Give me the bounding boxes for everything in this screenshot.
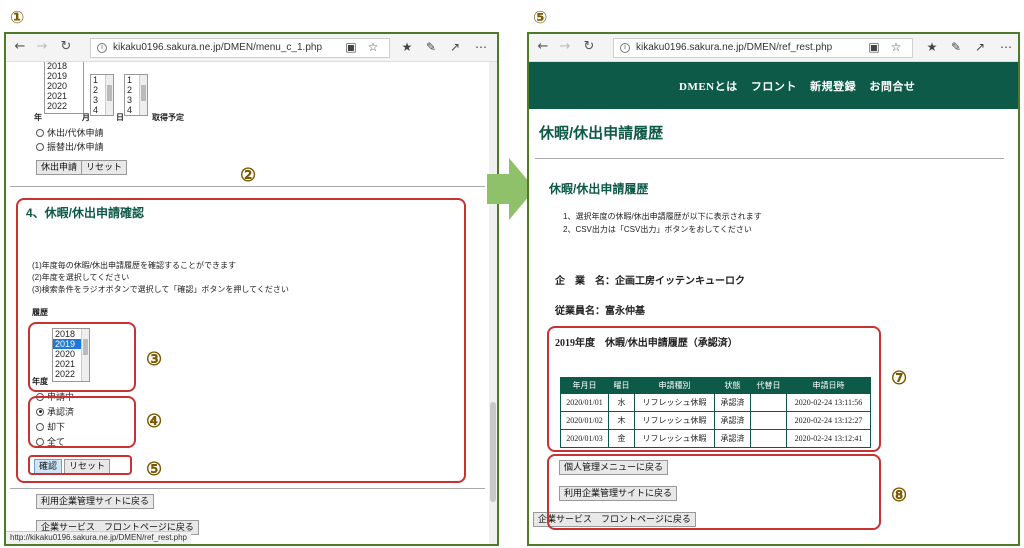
divider xyxy=(10,186,485,187)
reading-view-icon[interactable]: ▣ xyxy=(344,40,358,54)
favorites-list-icon[interactable]: ★ xyxy=(925,40,939,54)
plan-label: 取得予定 xyxy=(152,113,184,122)
radio-label: 振替出/休申請 xyxy=(47,142,104,152)
back-arrow-icon[interactable]: ← xyxy=(535,39,551,55)
section-title: 休暇/休出申請履歴 xyxy=(549,182,649,196)
nav-contact-link[interactable]: お問合せ xyxy=(869,81,915,93)
address-text: kikaku0196.sakura.ne.jp/DMEN/menu_c_1.ph… xyxy=(113,42,323,53)
annotation-box-bottom-buttons xyxy=(547,454,881,530)
pen-icon[interactable]: ✎ xyxy=(949,40,963,54)
annotation-1: ① xyxy=(10,8,25,28)
divider xyxy=(535,158,1004,159)
listbox-option[interactable]: 2019 xyxy=(45,71,83,81)
right-page-content: DMENとは フロント 新規登録 お問合せ 休暇/休出申請履歴 休暇/休出申請履… xyxy=(529,62,1018,544)
right-browser-window: ← → ↻ i kikaku0196.sakura.ne.jp/DMEN/ref… xyxy=(527,32,1020,546)
refresh-icon[interactable]: ↻ xyxy=(58,39,74,55)
annotation-2: ② xyxy=(240,165,257,185)
share-icon[interactable]: ↗ xyxy=(973,40,987,54)
annotation-box-year-list xyxy=(28,322,136,392)
forward-arrow-icon[interactable]: → xyxy=(557,39,573,55)
favorites-list-icon[interactable]: ★ xyxy=(400,40,414,54)
annotation-box-buttons xyxy=(28,455,132,475)
annotation-5-top: ⑤ xyxy=(533,8,548,28)
page-title: 休暇/休出申請履歴 xyxy=(539,125,664,142)
annotation-box-table xyxy=(547,326,881,452)
browser-toolbar: ← → ↻ i kikaku0196.sakura.ne.jp/DMEN/men… xyxy=(6,34,497,62)
info-icon: i xyxy=(97,43,107,53)
submit-holiday-button[interactable]: 休出申請 xyxy=(36,160,83,175)
share-icon[interactable]: ↗ xyxy=(448,40,462,54)
forward-arrow-icon[interactable]: → xyxy=(34,39,50,55)
annotation-5: ⑤ xyxy=(146,459,163,479)
pen-icon[interactable]: ✎ xyxy=(424,40,438,54)
site-header: DMENとは フロント 新規登録 お問合せ xyxy=(529,62,1018,109)
status-bar-url: http://kikaku0196.sakura.ne.jp/DMEN/ref_… xyxy=(6,531,191,544)
note-line: 2、CSV出力は「CSV出力」ボタンをおしてください xyxy=(563,225,752,234)
day-listbox[interactable]: 1 2 3 4 xyxy=(124,74,148,116)
favorite-star-icon[interactable]: ☆ xyxy=(889,40,903,54)
top-year-listbox[interactable]: 2018 2019 2020 2021 2022 xyxy=(44,62,84,114)
divider xyxy=(10,488,485,489)
reading-view-icon[interactable]: ▣ xyxy=(867,40,881,54)
nav-front-link[interactable]: フロント xyxy=(751,81,797,93)
year-label: 年 xyxy=(34,113,42,122)
listbox-option[interactable]: 2021 xyxy=(45,91,83,101)
left-page-content: 2018 2019 2020 2021 2022 1 2 3 4 1 2 3 4… xyxy=(6,62,497,544)
annotation-4: ④ xyxy=(146,411,163,431)
listbox-scrollbar[interactable] xyxy=(139,75,147,115)
day-label: 日 xyxy=(116,113,124,122)
company-name: 企 業 名：企画工房イッテンキューロク xyxy=(555,276,745,287)
radio-button[interactable] xyxy=(36,128,44,137)
more-icon[interactable]: ⋯ xyxy=(999,40,1013,54)
note-line: 1、選択年度の休暇/休出申請履歴が以下に表示されます xyxy=(563,212,762,221)
nav-register-link[interactable]: 新規登録 xyxy=(810,81,856,93)
back-to-company-site-button[interactable]: 利用企業管理サイトに戻る xyxy=(36,494,155,509)
site-nav: DMENとは フロント 新規登録 お問合せ xyxy=(679,78,925,94)
annotation-box-radios xyxy=(28,396,136,448)
listbox-option[interactable]: 2020 xyxy=(45,81,83,91)
left-browser-window: ← → ↻ i kikaku0196.sakura.ne.jp/DMEN/men… xyxy=(4,32,499,546)
address-text: kikaku0196.sakura.ne.jp/DMEN/ref_rest.ph… xyxy=(636,42,833,53)
more-icon[interactable]: ⋯ xyxy=(474,40,488,54)
month-label: 月 xyxy=(82,113,90,122)
nav-about-link[interactable]: DMENとは xyxy=(679,81,738,93)
listbox-option[interactable]: 2018 xyxy=(45,62,83,71)
refresh-icon[interactable]: ↻ xyxy=(581,39,597,55)
radio-holiday-work[interactable]: 休出/代休申請 xyxy=(36,126,104,139)
browser-toolbar: ← → ↻ i kikaku0196.sakura.ne.jp/DMEN/ref… xyxy=(529,34,1018,62)
back-arrow-icon[interactable]: ← xyxy=(12,39,28,55)
page-scrollbar[interactable] xyxy=(489,62,497,544)
annotation-7: ⑦ xyxy=(891,368,908,388)
listbox-scrollbar[interactable] xyxy=(105,75,113,115)
notes: 1、選択年度の休暇/休出申請履歴が以下に表示されます 2、CSV出力は「CSV出… xyxy=(563,210,762,236)
month-listbox[interactable]: 1 2 3 4 xyxy=(90,74,114,116)
radio-label: 休出/代休申請 xyxy=(47,128,104,138)
radio-substitute[interactable]: 振替出/休申請 xyxy=(36,140,104,153)
reset-top-button[interactable]: リセット xyxy=(81,160,128,175)
annotation-3: ③ xyxy=(146,349,163,369)
favorite-star-icon[interactable]: ☆ xyxy=(366,40,380,54)
radio-button[interactable] xyxy=(36,142,44,151)
employee-name: 従業員名：富永仲基 xyxy=(555,306,645,317)
listbox-option[interactable]: 2022 xyxy=(45,101,83,111)
annotation-8: ⑧ xyxy=(891,485,908,505)
info-icon: i xyxy=(620,43,630,53)
